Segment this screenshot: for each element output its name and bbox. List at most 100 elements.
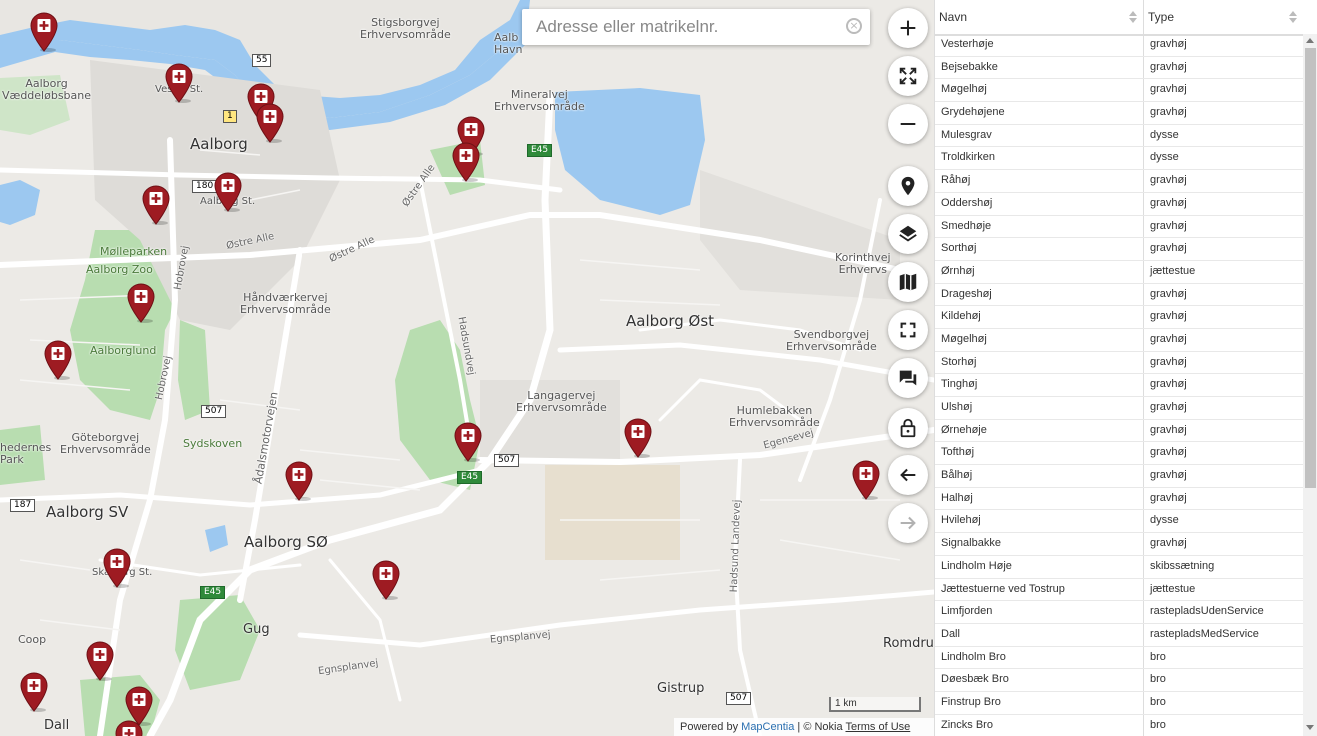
monument-marker-icon[interactable] <box>44 340 72 380</box>
cell-name: Lindholm Høje <box>935 555 1144 578</box>
minus-icon <box>900 122 916 126</box>
table-row[interactable]: Møgelhøj gravhøj <box>935 328 1303 352</box>
column-header-name[interactable]: Navn <box>935 0 1144 34</box>
monument-marker-icon[interactable] <box>285 461 313 501</box>
zoom-in-button[interactable] <box>888 8 928 48</box>
comment-button[interactable] <box>888 358 928 398</box>
table-row[interactable]: Limfjorden rastepladsUdenService <box>935 601 1303 624</box>
table-row[interactable]: Vesterhøje gravhøj <box>935 34 1303 57</box>
clear-search-icon[interactable]: × <box>846 18 862 34</box>
table-row[interactable]: Bålhøj gravhøj <box>935 465 1303 488</box>
town-label: Dall <box>44 718 70 733</box>
search-input[interactable] <box>534 9 838 45</box>
table-row[interactable]: Lindholm Bro bro <box>935 646 1303 670</box>
map-view[interactable]: Aalborg Aalborg Øst Aalborg SV Aalborg S… <box>0 0 934 736</box>
cell-name: Bejsebakke <box>935 56 1144 79</box>
park-label: Sydskoven <box>183 437 243 450</box>
table-row[interactable]: Halhøj gravhøj <box>935 487 1303 511</box>
cell-type: jættestue <box>1150 264 1196 277</box>
monument-marker-icon[interactable] <box>372 560 400 600</box>
forward-button[interactable] <box>888 503 928 543</box>
cell-type: gravhøj <box>1150 537 1187 550</box>
cell-type: gravhøj <box>1150 60 1187 73</box>
monument-marker-icon[interactable] <box>20 672 48 712</box>
table-row[interactable]: Døesbæk Bro bro <box>935 669 1303 692</box>
table-row[interactable]: Smedhøje gravhøj <box>935 215 1303 239</box>
table-row[interactable]: Lindholm Høje skibssætning <box>935 555 1303 579</box>
cell-name: Møgelhøj <box>935 328 1144 351</box>
table-row[interactable]: Oddershøj gravhøj <box>935 192 1303 216</box>
table-row[interactable]: Signalbakke gravhøj <box>935 533 1303 556</box>
table-row[interactable]: Zincks Bro bro <box>935 714 1303 736</box>
cell-type: gravhøj <box>1150 401 1187 413</box>
table-row[interactable]: Tofthøj gravhøj <box>935 442 1303 466</box>
column-header-type[interactable]: Type <box>1144 0 1303 34</box>
baselayer-button[interactable] <box>888 262 928 302</box>
cell-name: Døesbæk Bro <box>935 669 1144 691</box>
mapcentia-link[interactable]: MapCentia <box>741 721 794 733</box>
table-row[interactable]: Ulshøj gravhøj <box>935 397 1303 420</box>
table-row[interactable]: Jættestuerne ved Tostrup jættestue <box>935 578 1303 602</box>
table-row[interactable]: Bejsebakke gravhøj <box>935 56 1303 80</box>
cell-type: rastepladsMedService <box>1150 627 1259 640</box>
table-row[interactable]: Ørnhøj jættestue <box>935 260 1303 284</box>
monument-marker-icon[interactable] <box>256 103 284 143</box>
location-button[interactable] <box>888 166 928 206</box>
road-shield: 507 <box>201 405 227 418</box>
table-row[interactable]: Kildehøj gravhøj <box>935 306 1303 329</box>
table-row[interactable]: Hvilehøj dysse <box>935 510 1303 534</box>
cell-type: bro <box>1150 650 1166 663</box>
monument-marker-icon[interactable] <box>165 63 193 103</box>
expand-arrows-icon <box>899 67 917 85</box>
monument-marker-icon[interactable] <box>127 283 155 323</box>
cell-type: jættestue <box>1150 582 1196 595</box>
feature-table-panel: Navn Type Vesterhøje gravhøj Bejsebakke gra… <box>934 0 1317 736</box>
scroll-down-icon[interactable] <box>1306 725 1314 730</box>
lock-button[interactable] <box>888 408 928 448</box>
area-label: Stigsborgvej Erhvervsområde <box>360 16 451 41</box>
table-row[interactable]: Mulesgrav dysse <box>935 124 1303 148</box>
area-label: Göteborgvej Erhvervsområde <box>60 431 151 456</box>
zoom-out-button[interactable] <box>888 104 928 144</box>
monument-marker-icon[interactable] <box>30 12 58 52</box>
city-label: Aalborg <box>190 135 248 153</box>
town-label: Gug <box>243 622 270 637</box>
back-button[interactable] <box>888 455 928 495</box>
cell-name: Tofthøj <box>935 442 1144 465</box>
monument-marker-icon[interactable] <box>86 641 114 681</box>
scroll-thumb[interactable] <box>1305 48 1316 488</box>
table-row[interactable]: Grydehøjene gravhøj <box>935 102 1303 125</box>
cell-name: Vesterhøje <box>935 34 1144 56</box>
table-row[interactable]: Dall rastepladsMedService <box>935 623 1303 647</box>
road-shield: 507 <box>726 692 752 705</box>
fullscreen-button[interactable] <box>888 310 928 350</box>
table-row[interactable]: Møgelhøj gravhøj <box>935 79 1303 103</box>
plus-icon <box>900 20 916 36</box>
attribution: Powered by MapCentia | © Nokia Terms of … <box>674 718 934 736</box>
cell-name: Råhøj <box>935 170 1144 192</box>
table-scrollbar[interactable] <box>1303 34 1317 736</box>
table-row[interactable]: Sorthøj gravhøj <box>935 238 1303 261</box>
monument-marker-icon[interactable] <box>103 548 131 588</box>
table-row[interactable]: Drageshøj gravhøj <box>935 283 1303 307</box>
cell-name: Finstrup Bro <box>935 691 1144 714</box>
table-row[interactable]: Tinghøj gravhøj <box>935 374 1303 397</box>
monument-marker-icon[interactable] <box>452 142 480 182</box>
monument-marker-icon[interactable] <box>115 720 143 736</box>
layers-button[interactable] <box>888 214 928 254</box>
monument-marker-icon[interactable] <box>214 172 242 212</box>
monument-marker-icon[interactable] <box>454 422 482 462</box>
monument-marker-icon[interactable] <box>142 185 170 225</box>
terms-link[interactable]: Terms of Use <box>845 721 910 733</box>
table-row[interactable]: Troldkirken dysse <box>935 147 1303 171</box>
scroll-up-icon[interactable] <box>1306 38 1314 43</box>
table-row[interactable]: Råhøj gravhøj <box>935 170 1303 193</box>
table-row[interactable]: Finstrup Bro bro <box>935 691 1303 715</box>
table-row[interactable]: Storhøj gravhøj <box>935 351 1303 375</box>
monument-marker-icon[interactable] <box>852 460 880 500</box>
monument-marker-icon[interactable] <box>624 418 652 458</box>
table-row[interactable]: Ørnehøje gravhøj <box>935 419 1303 443</box>
road-shield: 55 <box>252 54 272 67</box>
cell-type: gravhøj <box>1150 423 1187 436</box>
zoom-extent-button[interactable] <box>888 56 928 96</box>
